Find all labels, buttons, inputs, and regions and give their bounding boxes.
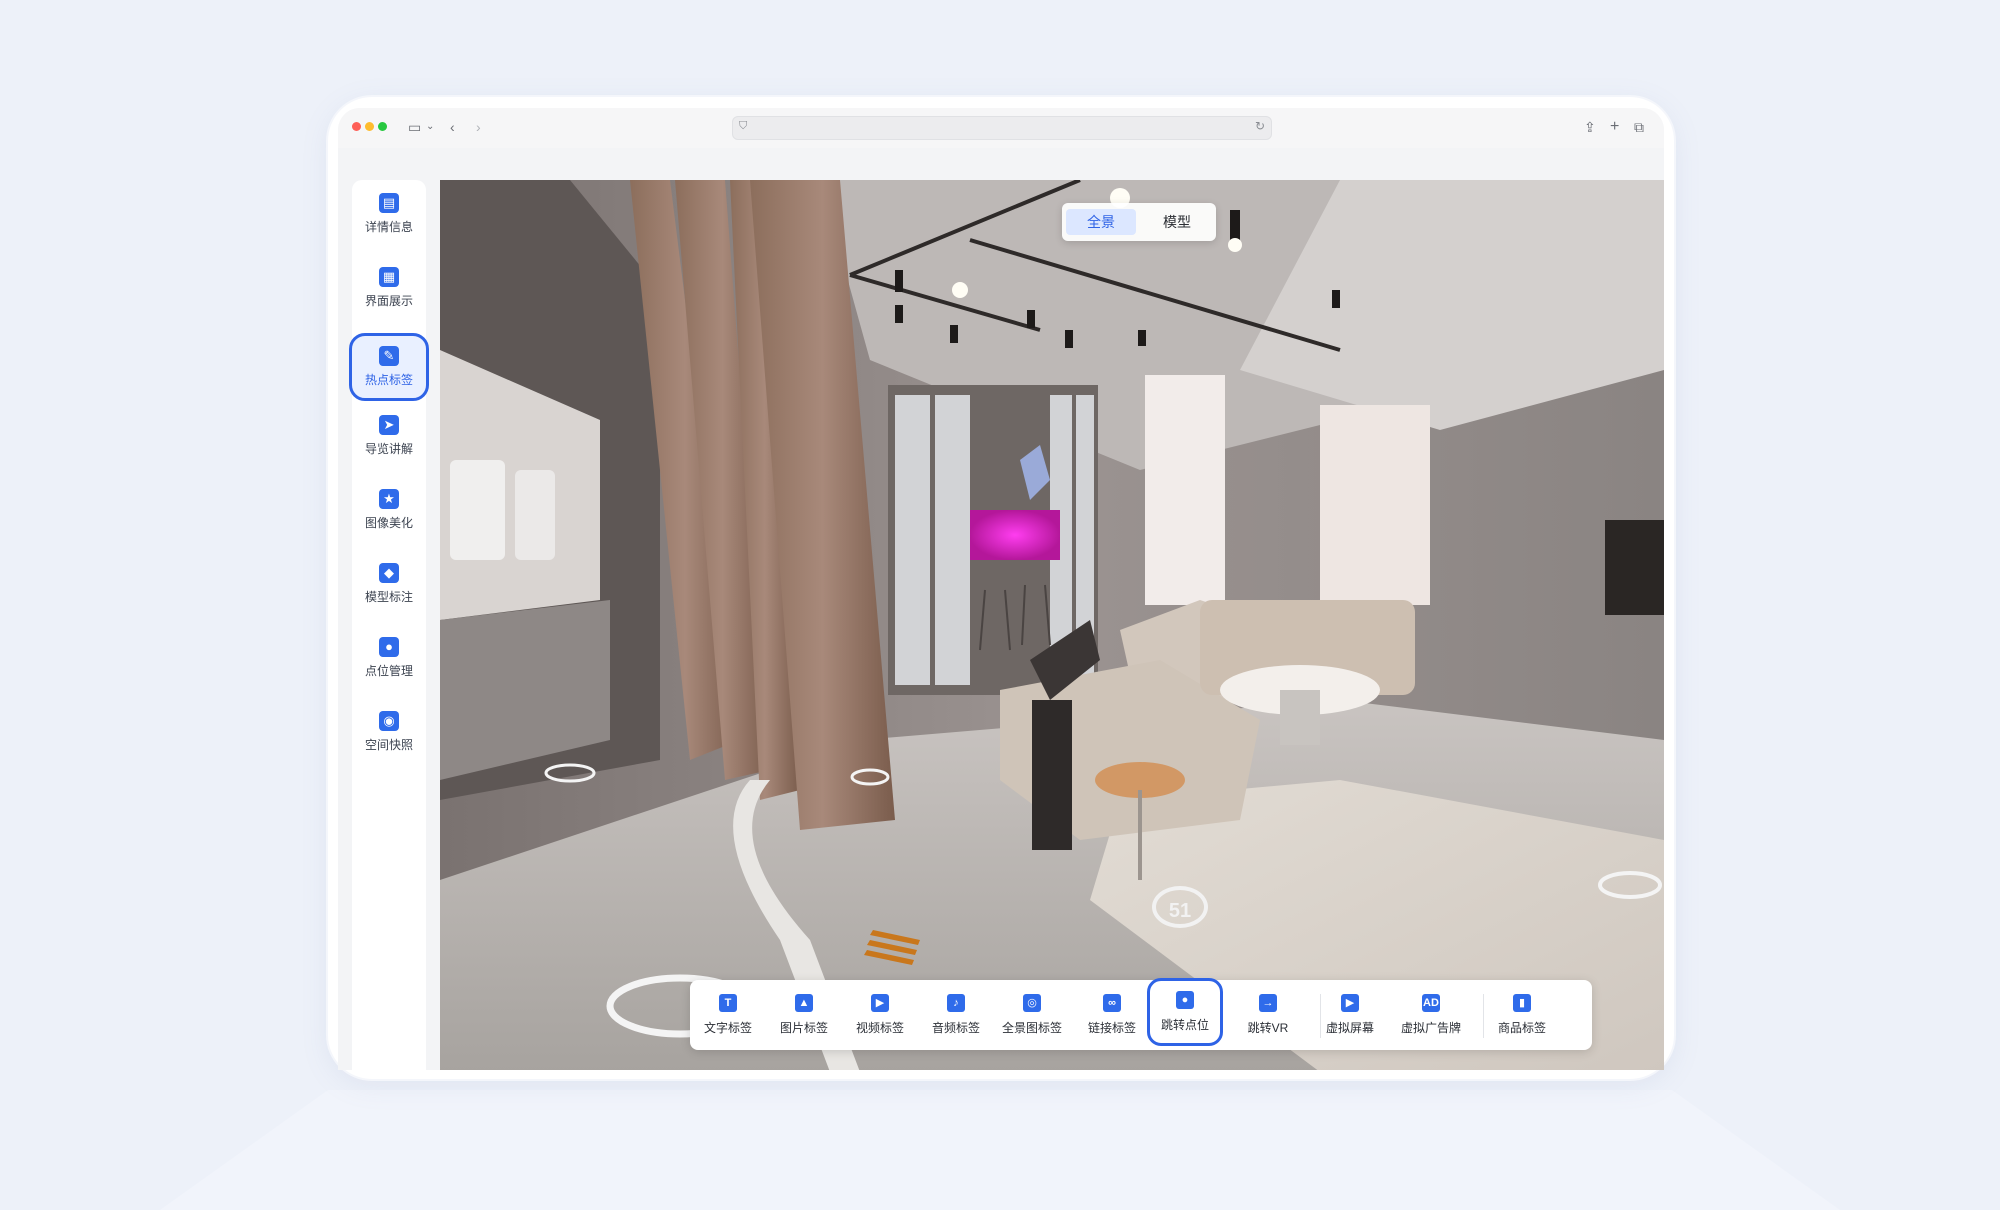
new-tab-icon[interactable]: +	[1610, 116, 1619, 138]
layout-icon: ▦	[379, 267, 399, 287]
toolbar-item[interactable]: T 文字标签	[690, 980, 766, 1050]
sidebar: ▤ 详情信息 ▦ 界面展示 ✎ 热点标签 ➤ 导览讲解 ★ 图像美化 ◆ 模型标注 ● 点位管理 ◉ 空间快照	[349, 180, 429, 1070]
panorama-icon: ◎	[1023, 994, 1041, 1012]
toolbar-item-label: 图片标签	[779, 1021, 828, 1035]
hotspot-marker[interactable]: 51	[1152, 886, 1208, 928]
toolbar-item-label: 虚拟广告牌	[1400, 1021, 1461, 1035]
close-window-button[interactable]	[352, 122, 361, 131]
sidebar-item[interactable]: ● 点位管理	[352, 624, 426, 692]
sidebar-item-label: 图像美化	[364, 516, 413, 530]
hanging-shirt	[450, 460, 505, 560]
toolbar-item[interactable]: ▶ 视频标签	[842, 980, 918, 1050]
sidebar-item[interactable]: ➤ 导览讲解	[352, 402, 426, 470]
toolbar-item-label: 文字标签	[703, 1021, 752, 1035]
hotspot-marker-number: 51	[1168, 900, 1192, 922]
sidebar-item-label: 详情信息	[364, 220, 413, 234]
sidebar-item-label: 热点标签	[364, 373, 413, 387]
doorway	[1145, 375, 1225, 605]
back-icon[interactable]: ‹	[450, 116, 455, 138]
toolbar-item-label: 全景图标签	[1001, 1021, 1062, 1035]
video-icon: ▶	[871, 994, 889, 1012]
text-icon: T	[719, 994, 737, 1012]
image-icon: ▲	[795, 994, 813, 1012]
browser-titlebar: ▭ ⌄ ‹ › ⛉ ↻ ⇪ + ⧉	[338, 108, 1664, 149]
back-room	[1320, 405, 1430, 605]
hanging-shirt	[515, 470, 555, 560]
sidebar-item-label: 空间快照	[364, 738, 413, 752]
coffee-table-base	[1280, 690, 1320, 745]
sidebar-item[interactable]: ▦ 界面展示	[352, 254, 426, 322]
toolbar-item[interactable]: → 跳转VR	[1230, 980, 1306, 1050]
light-glow	[1228, 238, 1242, 252]
mode-model-button[interactable]: 模型	[1142, 209, 1212, 235]
light-glow	[952, 282, 968, 298]
toolbar-item-label: 音频标签	[931, 1021, 980, 1035]
panorama-scene[interactable]	[440, 180, 1664, 1070]
screen-icon: ▶	[1341, 994, 1359, 1012]
privacy-shield-icon: ⛉	[739, 120, 748, 132]
toolbar-item-label: 跳转VR	[1247, 1021, 1289, 1035]
toolbar-item[interactable]: ▶ 虚拟屏幕	[1312, 980, 1388, 1050]
link-icon: ∞	[1103, 994, 1121, 1012]
sidebar-item-label: 点位管理	[364, 664, 413, 678]
chevron-down-icon[interactable]: ⌄	[426, 116, 434, 138]
view-mode-toggle: 全景 模型	[1062, 203, 1216, 241]
sidebar-item[interactable]: ✎ 热点标签	[349, 333, 429, 401]
sidebar-item[interactable]: ★ 图像美化	[352, 476, 426, 544]
toolbar-item-label: 跳转点位	[1160, 1018, 1209, 1032]
minimize-window-button[interactable]	[365, 122, 374, 131]
toolbar-divider	[1483, 994, 1484, 1038]
app-content: ▤ 详情信息 ▦ 界面展示 ✎ 热点标签 ➤ 导览讲解 ★ 图像美化 ◆ 模型标注 ● 点位管理 ◉ 空间快照	[338, 148, 1664, 1070]
toolbar-item-label: 链接标签	[1087, 1021, 1136, 1035]
forward-icon[interactable]: ›	[476, 116, 481, 138]
location-icon: ●	[379, 637, 399, 657]
sidebar-item-label: 界面展示	[364, 294, 413, 308]
address-bar[interactable]: ⛉ ↻	[732, 116, 1272, 140]
document-icon: ▤	[379, 193, 399, 213]
sidebar-toggle-icon[interactable]: ▭	[408, 116, 421, 138]
toolbar-item[interactable]: ◎ 全景图标签	[994, 980, 1070, 1050]
hotspot-type-toolbar: T 文字标签 ▲ 图片标签 ▶ 视频标签 ♪ 音频标签 ◎ 全景图标签 ∞ 链接标签 ● 跳转点位 → 跳转V…	[690, 978, 1592, 1050]
camera-icon: ◉	[379, 711, 399, 731]
location-pin-icon: ●	[1176, 991, 1194, 1009]
mode-panorama-button[interactable]: 全景	[1066, 209, 1136, 235]
jump-vr-icon: →	[1259, 994, 1277, 1012]
device-base	[160, 1090, 1840, 1210]
toolbar-item-label: 商品标签	[1497, 1021, 1546, 1035]
sidebar-item[interactable]: ◉ 空间快照	[352, 698, 426, 766]
image-star-icon: ★	[379, 489, 399, 509]
toolbar-item[interactable]: AD 虚拟广告牌	[1393, 980, 1469, 1050]
toolbar-divider	[1320, 994, 1321, 1038]
toolbar-item[interactable]: ▲ 图片标签	[766, 980, 842, 1050]
toolbar-item[interactable]: ♪ 音频标签	[918, 980, 994, 1050]
sidebar-item[interactable]: ◆ 模型标注	[352, 550, 426, 618]
toolbar-item[interactable]: ∞ 链接标签	[1074, 980, 1150, 1050]
sidebar-item-label: 导览讲解	[364, 442, 413, 456]
sidebar-item-label: 模型标注	[364, 590, 413, 604]
pin-icon: ✎	[379, 346, 399, 366]
panorama-viewer[interactable]: 51 全景 模型 T 文字标签 ▲ 图片标签 ▶ 视频标签 ♪ 音频标签 ◎ 全景图标签 ∞ 链接标签…	[440, 180, 1664, 1070]
bag-icon: ▮	[1513, 994, 1531, 1012]
toolbar-item-label: 视频标签	[855, 1021, 904, 1035]
wall-art	[1605, 520, 1664, 615]
reload-icon[interactable]: ↻	[1255, 119, 1265, 133]
tab-overview-icon[interactable]: ⧉	[1634, 116, 1644, 138]
send-icon: ➤	[379, 415, 399, 435]
cube-icon: ◆	[379, 563, 399, 583]
browser-window: ▭ ⌄ ‹ › ⛉ ↻ ⇪ + ⧉ ▤ 详情信息 ▦ 界面展示 ✎ 热点标签 ➤ 导览讲解 ★ 图…	[338, 108, 1664, 1070]
toolbar-item[interactable]: ▮ 商品标签	[1484, 980, 1560, 1050]
lectern-stand	[1032, 700, 1072, 850]
share-icon[interactable]: ⇪	[1584, 116, 1596, 138]
toolbar-item-label: 虚拟屏幕	[1325, 1021, 1374, 1035]
maximize-window-button[interactable]	[378, 122, 387, 131]
ad-icon: AD	[1422, 994, 1440, 1012]
toolbar-item[interactable]: ● 跳转点位	[1147, 978, 1223, 1046]
pink-screen	[970, 510, 1060, 560]
sidebar-item[interactable]: ▤ 详情信息	[352, 180, 426, 248]
audio-icon: ♪	[947, 994, 965, 1012]
